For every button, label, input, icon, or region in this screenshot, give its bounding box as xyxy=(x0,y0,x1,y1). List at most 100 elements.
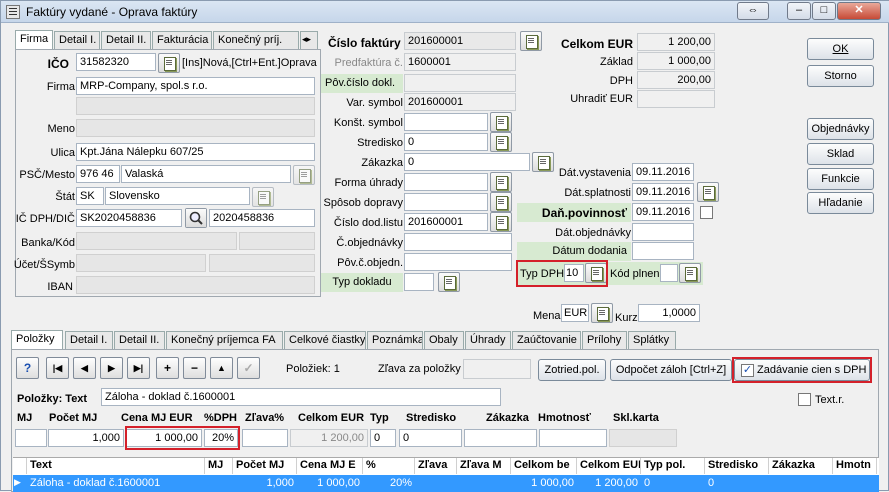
ico-field[interactable]: 31582320 xyxy=(76,53,156,71)
typ-field[interactable]: 0 xyxy=(370,429,396,447)
help-button[interactable]: ? xyxy=(16,357,39,379)
gh-typ[interactable]: Typ pol. xyxy=(641,458,705,474)
cislo-field[interactable]: 201600001 xyxy=(404,32,516,50)
confirm-button[interactable]: ✓ xyxy=(237,357,260,379)
zak-field[interactable] xyxy=(464,429,537,447)
close-button[interactable]: ✕ xyxy=(837,2,881,20)
gh-celkom[interactable]: Celkom EUR xyxy=(577,458,641,474)
last-button[interactable]: ▶| xyxy=(127,357,150,379)
icdph-field[interactable]: SK2020458836 xyxy=(76,209,182,227)
ulica-field[interactable]: Kpt.Jána Nálepku 607/25 xyxy=(76,143,315,161)
tab-zauctovanie[interactable]: Zaúčtovanie xyxy=(512,331,581,349)
gh-dph[interactable]: % xyxy=(363,458,415,474)
gh-text[interactable]: Text xyxy=(27,458,205,474)
stredisko-lookup-icon[interactable] xyxy=(490,132,512,152)
cislo-lookup-icon[interactable] xyxy=(520,31,542,51)
hladanie-button[interactable]: Hľadanie xyxy=(807,192,874,214)
stred-field[interactable]: 0 xyxy=(399,429,462,447)
ssymb-field[interactable] xyxy=(209,254,315,272)
hmot-field[interactable] xyxy=(539,429,607,447)
odpocet-button[interactable]: Odpočet záloh [Ctrl+Z] xyxy=(610,359,732,381)
tab-celkove[interactable]: Celkové čiastky xyxy=(284,331,366,349)
tab-detail-1[interactable]: Detail I. xyxy=(54,31,100,49)
ok-button[interactable]: OK xyxy=(807,38,874,60)
tab-obaly[interactable]: Obaly xyxy=(424,331,464,349)
gh-stred[interactable]: Stredisko xyxy=(705,458,769,474)
move-up-button[interactable]: ▲ xyxy=(210,357,233,379)
povobj-field[interactable] xyxy=(404,253,512,271)
dodania-field[interactable] xyxy=(632,242,694,260)
zlava-field[interactable] xyxy=(463,359,531,379)
item-text-field[interactable]: Záloha - doklad č.1600001 xyxy=(101,388,501,406)
kodplnen-field[interactable] xyxy=(660,264,678,282)
dat-objedn-field[interactable] xyxy=(632,223,694,241)
skl-field[interactable] xyxy=(609,429,677,447)
kodplnen-lookup-icon[interactable] xyxy=(679,263,701,283)
firma-field-2[interactable] xyxy=(76,97,315,115)
tab-poznamka[interactable]: Poznámka xyxy=(367,331,423,349)
banka-field[interactable] xyxy=(76,232,237,250)
kurz-field[interactable]: 1,0000 xyxy=(638,304,700,322)
sposob-lookup-icon[interactable] xyxy=(490,192,512,212)
ucet-field[interactable] xyxy=(76,254,206,272)
dodlist-field[interactable]: 201600001 xyxy=(404,213,488,231)
tab-prilohy[interactable]: Prílohy xyxy=(582,331,627,349)
tab-detail-2[interactable]: Detail II. xyxy=(101,31,151,49)
funkcie-button[interactable]: Funkcie xyxy=(807,168,874,190)
meno-field[interactable] xyxy=(76,119,315,137)
povin-checkbox[interactable] xyxy=(700,206,713,219)
tab-items-detail-2[interactable]: Detail II. xyxy=(114,331,165,349)
tab-items-detail-1[interactable]: Detail I. xyxy=(65,331,113,349)
gh-zlava[interactable]: Zľava xyxy=(415,458,457,474)
first-button[interactable]: |◀ xyxy=(46,357,69,379)
stat-field[interactable]: Slovensko xyxy=(105,187,250,205)
psc-field[interactable]: 976 46 xyxy=(76,165,120,183)
mesto-field[interactable]: Valaská xyxy=(121,165,291,183)
zlava-pct-field[interactable] xyxy=(242,429,288,447)
gh-mj[interactable]: MJ xyxy=(205,458,233,474)
kod-field[interactable] xyxy=(239,232,315,250)
mj-field[interactable] xyxy=(15,429,47,447)
vs-field[interactable]: 201600001 xyxy=(404,93,516,111)
dic-field[interactable]: 2020458836 xyxy=(209,209,315,227)
stredisko-field[interactable]: 0 xyxy=(404,133,488,151)
forma-field[interactable] xyxy=(404,173,488,191)
ico-lookup-icon[interactable] xyxy=(158,53,180,73)
gh-hmot[interactable]: Hmotn xyxy=(833,458,877,474)
textr-checkbox[interactable] xyxy=(798,393,811,406)
tab-konecny[interactable]: Konečný príj. xyxy=(213,31,299,49)
minimize-button[interactable]: – xyxy=(787,2,811,20)
stat-code-field[interactable]: SK xyxy=(76,187,104,205)
tab-fakturacia[interactable]: Fakturácia xyxy=(152,31,212,49)
gh-pocet[interactable]: Počet MJ xyxy=(233,458,297,474)
gh-zak[interactable]: Zákazka xyxy=(769,458,833,474)
restore-arrows-button[interactable]: ⇔ xyxy=(737,2,769,20)
gh-cena[interactable]: Cena MJ E xyxy=(297,458,363,474)
tab-konecny-prijemca[interactable]: Konečný príjemca FA xyxy=(166,331,283,349)
tab-splatky[interactable]: Splátky xyxy=(628,331,676,349)
mena-field[interactable]: EUR xyxy=(561,304,589,322)
mesto-lookup-icon[interactable] xyxy=(293,165,315,185)
maximize-button[interactable]: □ xyxy=(812,2,836,20)
ks-field[interactable] xyxy=(404,113,488,131)
iban-field[interactable] xyxy=(76,276,315,294)
next-button[interactable]: ▶ xyxy=(100,357,123,379)
povin-field[interactable]: 09.11.2016 xyxy=(632,203,694,221)
dodlist-lookup-icon[interactable] xyxy=(490,212,512,232)
tabs-scroll-icon[interactable]: ◂▸ xyxy=(300,31,318,49)
sposob-field[interactable] xyxy=(404,193,488,211)
storno-button[interactable]: Storno xyxy=(807,65,874,87)
tab-firma[interactable]: Firma xyxy=(15,30,53,50)
firma-field[interactable]: MRP-Company, spol.s r.o. xyxy=(76,77,315,95)
typdokl-lookup-icon[interactable] xyxy=(438,272,460,292)
mena-lookup-icon[interactable] xyxy=(591,303,613,323)
forma-lookup-icon[interactable] xyxy=(490,172,512,192)
search-icon[interactable] xyxy=(185,208,207,228)
predfakt-field[interactable]: 1600001 xyxy=(404,53,516,71)
zakazka-field[interactable]: 0 xyxy=(404,153,530,171)
gh-celkombez[interactable]: Celkom be xyxy=(511,458,577,474)
tab-polozky[interactable]: Položky xyxy=(11,330,63,350)
tab-uhrady[interactable]: Úhrady xyxy=(465,331,511,349)
gh-zlavam[interactable]: Zľava M xyxy=(457,458,511,474)
splat-lookup-icon[interactable] xyxy=(697,182,719,202)
